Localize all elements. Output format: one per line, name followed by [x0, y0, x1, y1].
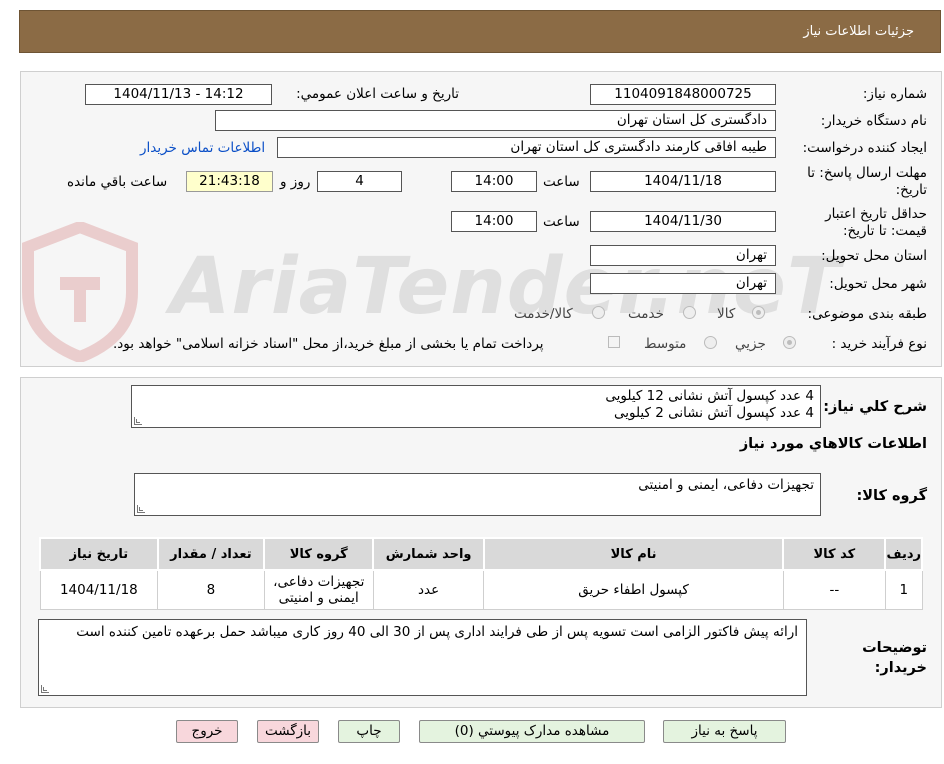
remaining-days-field[interactable]: 4	[317, 171, 402, 192]
announce-datetime-field[interactable]: 1404/11/13 - 14:12	[85, 84, 272, 105]
remaining-time-label: ساعت باقي مانده	[67, 174, 168, 190]
category-goods-service-radio[interactable]	[592, 306, 605, 319]
goods-group-value: تجهیزات دفاعی، ایمنی و امنیتی	[638, 477, 814, 493]
price-validity-label: حداقل تاريخ اعتبار قيمت: تا تاريخ:	[825, 206, 927, 239]
remaining-time-field: 21:43:18	[186, 171, 273, 192]
col-header-date: تاریخ نیاز	[39, 537, 159, 571]
col-header-unit: واحد شمارش	[372, 537, 485, 571]
back-button[interactable]: بازگشت	[257, 720, 319, 743]
need-number-field[interactable]: 1104091848000725	[590, 84, 776, 105]
announce-datetime-label: تاریخ و ساعت اعلان عمومي:	[296, 86, 459, 102]
exit-button[interactable]: خروج	[176, 720, 238, 743]
general-description-textarea[interactable]: 4 عدد کپسول آتش نشانی 12 کیلویی 4 عدد کپ…	[131, 385, 821, 428]
category-label: طبقه بندی موضوعی:	[807, 306, 927, 322]
buyer-notes-label: توضيحات خريدار:	[862, 640, 927, 676]
remaining-days-label: روز و	[280, 174, 311, 190]
buyer-notes-value: ارائه پیش فاکتور الزامی است تسویه پس از …	[76, 624, 798, 640]
cell-group: تجهیزات دفاعی، ایمنی و امنیتی	[263, 569, 374, 610]
page-title: جزئیات اطلاعات نیاز	[803, 24, 914, 39]
table-row: 1 -- کپسول اطفاء حریق عدد تجهیزات دفاعی،…	[39, 569, 923, 610]
reply-button[interactable]: پاسخ به نياز	[663, 720, 786, 743]
resize-grip-icon[interactable]	[134, 417, 142, 425]
items-section-title: اطلاعات کالاهاي مورد نياز	[739, 436, 927, 452]
category-service-radio[interactable]	[683, 306, 696, 319]
col-header-group: گروه کالا	[263, 537, 375, 571]
resize-grip-icon[interactable]	[137, 505, 145, 513]
delivery-city-label: شهر محل تحويل:	[829, 276, 927, 292]
process-minor-label: جزيي	[735, 336, 766, 352]
process-medium-label: متوسط	[644, 336, 687, 352]
reply-deadline-label: مهلت ارسال پاسخ: تا تاریخ:	[807, 165, 927, 198]
need-number-label: شماره نیاز:	[862, 86, 927, 102]
items-table: رديف کد کالا نام کالا واحد شمارش گروه کا…	[39, 537, 923, 610]
cell-date: 1404/11/18	[39, 569, 159, 610]
cell-unit: عدد	[372, 569, 485, 610]
delivery-province-field[interactable]: تهران	[590, 245, 776, 266]
view-attachments-button[interactable]: مشاهده مدارک پيوستي (0)	[419, 720, 645, 743]
goods-group-textarea[interactable]: تجهیزات دفاعی، ایمنی و امنیتی	[134, 473, 821, 516]
purchase-process-label: نوع فرآيند خريد :	[831, 336, 927, 352]
price-validity-date-field[interactable]: 1404/11/30	[590, 211, 776, 232]
reply-deadline-date-field[interactable]: 1404/11/18	[590, 171, 776, 192]
page-header: جزئیات اطلاعات نیاز	[19, 10, 941, 53]
col-header-name: نام کالا	[482, 537, 785, 571]
general-description-label: شرح کلي نياز:	[823, 399, 927, 415]
goods-group-label: گروه کالا:	[856, 488, 927, 504]
price-validity-time-label: ساعت	[543, 214, 580, 230]
category-goods-service-label: کالا/خدمت	[514, 306, 573, 322]
requester-field[interactable]: طیبه افاقی کارمند دادگستری کل استان تهرا…	[277, 137, 776, 158]
resize-grip-icon[interactable]	[41, 685, 49, 693]
category-service-label: خدمت	[628, 306, 664, 322]
general-description-line: 4 عدد کپسول آتش نشانی 2 کیلویی	[613, 405, 814, 421]
reply-deadline-time-label: ساعت	[543, 174, 580, 190]
payment-note: پرداخت تمام يا بخشی از مبلغ خريد،از محل …	[113, 336, 544, 352]
requester-label: ايجاد کننده درخواست:	[802, 140, 927, 156]
cell-code: --	[782, 569, 886, 610]
col-header-row: رديف	[884, 537, 923, 571]
cell-row: 1	[884, 569, 923, 610]
print-button[interactable]: چاپ	[338, 720, 400, 743]
general-description-line: 4 عدد کپسول آتش نشانی 12 کیلویی	[605, 388, 814, 404]
price-validity-time-field[interactable]: 14:00	[451, 211, 537, 232]
buyer-contact-link[interactable]: اطلاعات تماس خريدار	[140, 140, 265, 156]
cell-name: کپسول اطفاء حریق	[483, 569, 784, 610]
col-header-quantity: تعداد / مقدار	[156, 537, 266, 571]
delivery-city-field[interactable]: تهران	[590, 273, 776, 294]
cell-quantity: 8	[157, 569, 265, 610]
buyer-org-label: نام دستگاه خريدار:	[820, 113, 927, 129]
category-goods-label: کالا	[717, 306, 736, 322]
items-table-header: رديف کد کالا نام کالا واحد شمارش گروه کا…	[39, 537, 923, 571]
reply-deadline-time-field[interactable]: 14:00	[451, 171, 537, 192]
col-header-code: کد کالا	[782, 537, 887, 571]
process-medium-radio[interactable]	[704, 336, 717, 349]
category-goods-radio[interactable]	[752, 306, 765, 319]
treasury-bond-checkbox[interactable]	[608, 336, 620, 348]
process-minor-radio[interactable]	[783, 336, 796, 349]
buyer-notes-textarea[interactable]: ارائه پیش فاکتور الزامی است تسویه پس از …	[38, 619, 807, 696]
buyer-org-field[interactable]: دادگستری کل استان تهران	[215, 110, 776, 131]
delivery-province-label: استان محل تحويل:	[821, 248, 927, 264]
